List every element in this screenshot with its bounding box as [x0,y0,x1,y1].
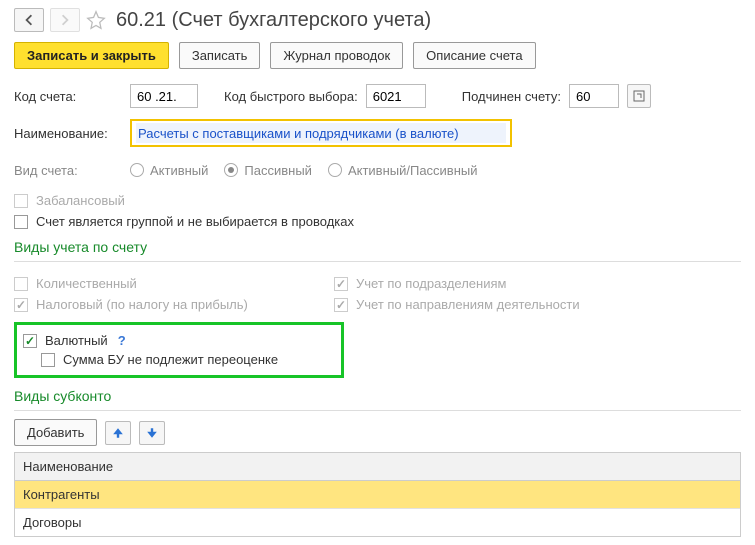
arrow-left-icon [23,14,35,26]
currency-checkbox[interactable] [23,334,37,348]
nav-forward-button [50,8,80,32]
subconto-grid[interactable]: Наименование Контрагенты Договоры [14,452,741,537]
name-label: Наименование: [14,126,122,141]
move-down-button[interactable] [139,421,165,445]
add-button[interactable]: Добавить [14,419,97,446]
code-input[interactable] [130,84,198,108]
no-reval-checkbox[interactable] [41,353,55,367]
direction-checkbox [334,298,348,312]
divider-2 [14,410,741,411]
subconto-title: Виды субконто [14,388,741,404]
help-icon[interactable]: ? [118,333,126,348]
qty-checkbox [14,277,28,291]
save-button[interactable]: Записать [179,42,261,69]
kind-active: Активный [130,163,208,178]
currency-label: Валютный [45,333,108,348]
currency-highlight-box: Валютный ? Сумма БУ не подлежит переоцен… [14,322,344,378]
kind-active-passive: Активный/Пассивный [328,163,478,178]
code-label: Код счета: [14,89,122,104]
save-close-button[interactable]: Записать и закрыть [14,42,169,69]
kind-label: Вид счета: [14,163,122,178]
grid-header-name[interactable]: Наименование [15,453,740,481]
quick-code-label: Код быстрого выбора: [224,89,358,104]
arrow-right-icon [59,14,71,26]
group-label: Счет является группой и не выбирается в … [36,214,354,229]
offbalance-checkbox [14,194,28,208]
arrow-down-icon [146,427,158,439]
qty-label: Количественный [36,276,137,291]
favorite-star-icon[interactable] [86,10,106,30]
group-checkbox[interactable] [14,215,28,229]
quick-code-input[interactable] [366,84,426,108]
offbalance-label: Забалансовый [36,193,125,208]
arrow-up-icon [112,427,124,439]
name-highlight [130,119,512,147]
parent-input[interactable] [569,84,619,108]
open-icon [633,90,645,102]
name-input[interactable] [136,123,506,143]
direction-label: Учет по направлениям деятельности [356,297,580,312]
dept-label: Учет по подразделениям [356,276,506,291]
kind-passive: Пассивный [224,163,312,178]
parent-label: Подчинен счету: [462,89,561,104]
description-button[interactable]: Описание счета [413,42,535,69]
dept-checkbox [334,277,348,291]
divider [14,261,741,262]
grid-row[interactable]: Договоры [15,509,740,536]
nav-back-button[interactable] [14,8,44,32]
tax-checkbox [14,298,28,312]
tax-label: Налоговый (по налогу на прибыль) [36,297,248,312]
page-title: 60.21 (Счет бухгалтерского учета) [116,9,431,32]
no-reval-label: Сумма БУ не подлежит переоценке [63,352,278,367]
open-parent-button[interactable] [627,84,651,108]
move-up-button[interactable] [105,421,131,445]
journal-button[interactable]: Журнал проводок [270,42,403,69]
accounting-types-title: Виды учета по счету [14,239,741,255]
kind-radio-group: Активный Пассивный Активный/Пассивный [130,163,478,178]
